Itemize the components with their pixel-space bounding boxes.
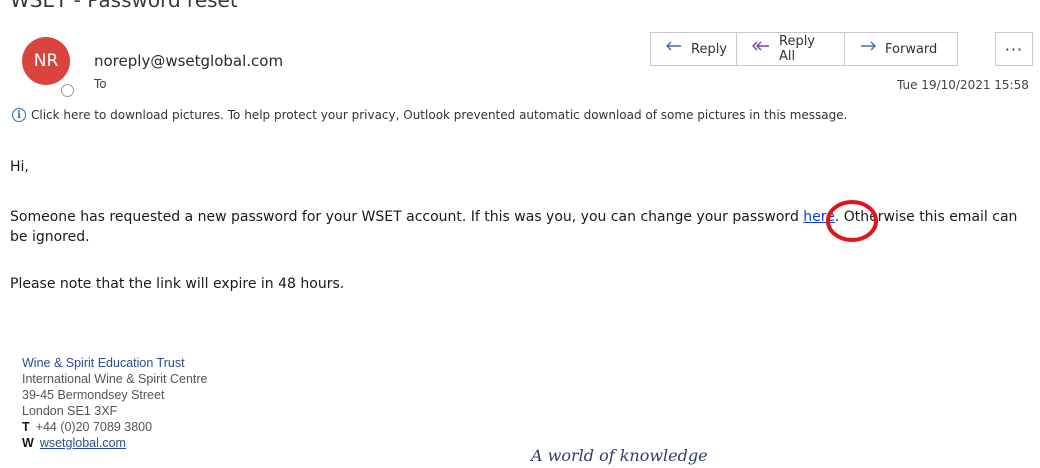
reply-button[interactable]: Reply bbox=[651, 33, 737, 65]
greeting: Hi, bbox=[10, 159, 29, 175]
sender-avatar[interactable]: NR bbox=[22, 37, 70, 85]
signature-address-line: 39-45 Bermondsey Street bbox=[22, 388, 165, 402]
email-subject: WSET - Password reset bbox=[10, 0, 238, 12]
reply-all-label: Reply All bbox=[779, 34, 816, 64]
phone-label: T bbox=[22, 420, 30, 434]
signature-web: Wwsetglobal.com bbox=[22, 435, 208, 451]
web-label: W bbox=[22, 436, 34, 450]
action-toolbar: Reply Reply All Forward bbox=[650, 32, 958, 66]
to-label: To bbox=[94, 77, 107, 91]
reply-icon bbox=[665, 40, 683, 58]
forward-icon bbox=[859, 40, 877, 58]
sent-date: Tue 19/10/2021 15:58 bbox=[897, 78, 1029, 92]
forward-label: Forward bbox=[885, 41, 938, 57]
forward-button[interactable]: Forward bbox=[845, 33, 957, 65]
signature-org: Wine & Spirit Education Trust bbox=[22, 356, 185, 370]
more-actions-button[interactable]: ··· bbox=[995, 32, 1033, 66]
download-pictures-bar[interactable]: i Click here to download pictures. To he… bbox=[12, 108, 847, 122]
website-link[interactable]: wsetglobal.com bbox=[40, 436, 126, 450]
signature-address-line: International Wine & Spirit Centre bbox=[22, 372, 208, 386]
info-bar-text: Click here to download pictures. To help… bbox=[31, 108, 848, 122]
phone-number: +44 (0)20 7089 3800 bbox=[35, 420, 153, 434]
signature-tagline: A world of knowledge bbox=[531, 446, 708, 465]
expiry-notice: Please note that the link will expire in… bbox=[10, 276, 345, 292]
body-paragraph: Someone has requested a new password for… bbox=[10, 207, 1020, 247]
reply-all-button[interactable]: Reply All bbox=[737, 33, 845, 65]
email-signature: Wine & Spirit Education Trust Internatio… bbox=[22, 355, 208, 451]
signature-phone: T +44 (0)20 7089 3800 bbox=[22, 419, 208, 435]
reply-all-icon bbox=[751, 40, 771, 58]
presence-status-icon bbox=[61, 84, 74, 97]
sender-address[interactable]: noreply@wsetglobal.com bbox=[94, 52, 283, 70]
reply-label: Reply bbox=[691, 41, 728, 57]
info-icon: i bbox=[12, 108, 26, 122]
reset-password-link[interactable]: here bbox=[803, 209, 835, 225]
signature-address-line: London SE1 3XF bbox=[22, 404, 118, 418]
body-text-before-link: Someone has requested a new password for… bbox=[10, 209, 804, 225]
